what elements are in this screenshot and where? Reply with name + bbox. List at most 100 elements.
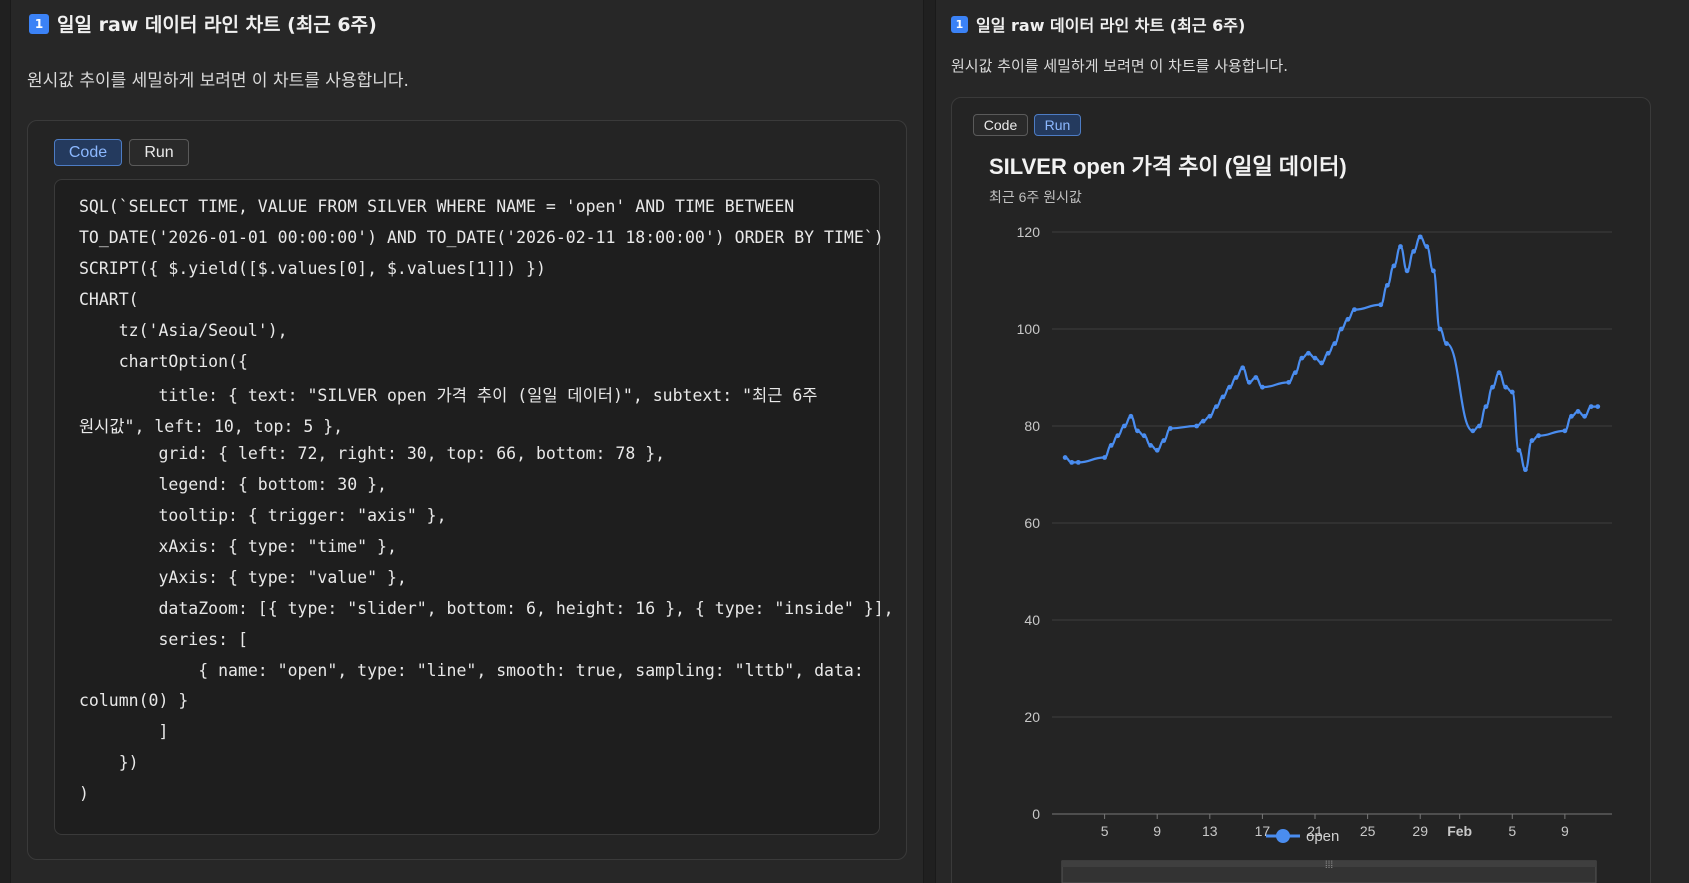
y-tick-label: 100 [1017,321,1041,337]
tab-run[interactable]: Run [129,139,189,166]
tab-code[interactable]: Code [54,139,122,166]
data-point[interactable] [1424,244,1430,249]
data-point[interactable] [1128,413,1134,419]
data-point[interactable] [1430,268,1436,274]
data-point[interactable] [1220,394,1226,400]
code-line: tz('Asia/Seoul'), [79,320,288,340]
data-point[interactable] [1378,302,1384,308]
data-point[interactable] [1135,428,1140,434]
chart-subtitle: 최근 6주 원시값 [989,189,1082,205]
chart-legend[interactable]: open [1266,828,1339,845]
data-point[interactable] [1509,389,1515,395]
code-line: }) [79,753,139,773]
data-point[interactable] [1569,413,1574,419]
data-point[interactable] [1404,268,1410,274]
x-tick-label: 5 [1101,823,1109,839]
x-tick-label: 13 [1202,823,1218,839]
code-line: { name: "open", type: "line", smooth: tr… [79,660,864,680]
data-point[interactable] [1490,384,1495,390]
data-point[interactable] [1437,326,1443,332]
data-point[interactable] [1483,404,1489,409]
line-chart[interactable]: SILVER open 가격 추이 (일일 데이터) 최근 6주 원시값 591… [936,0,1689,883]
data-point[interactable] [1240,365,1246,371]
data-point[interactable] [1260,384,1265,390]
data-point[interactable] [1496,370,1502,376]
data-point[interactable] [1194,423,1200,429]
data-point[interactable] [1417,234,1423,240]
data-point[interactable] [1292,370,1298,376]
data-point[interactable] [1529,438,1535,443]
data-point[interactable] [1200,418,1206,424]
code-line: xAxis: { type: "time" }, [79,536,397,556]
data-point[interactable] [1588,404,1594,409]
datazoom-slider[interactable]: ⁞⁞⁞ [1061,860,1597,883]
data-point[interactable] [1476,423,1482,429]
data-point[interactable] [1444,341,1449,346]
code-line: TO_DATE('2026-01-01 00:00:00') AND TO_DA… [79,227,884,247]
code-line: tooltip: { trigger: "axis" }, [79,506,447,525]
data-point[interactable] [1115,433,1121,439]
code-line: 원시값", left: 10, top: 5 }, [79,417,344,437]
data-point[interactable] [1069,459,1075,465]
code-line: title: { text: "SILVER open 가격 추이 (일일 데이… [79,386,818,406]
data-point[interactable] [1338,326,1344,332]
data-point[interactable] [1470,428,1476,434]
data-point[interactable] [1207,413,1213,419]
data-point[interactable] [1121,423,1127,429]
data-point[interactable] [1253,375,1259,380]
data-point[interactable] [1391,263,1397,269]
data-point[interactable] [1575,409,1581,414]
data-point[interactable] [1411,249,1417,254]
data-point[interactable] [1108,443,1114,448]
data-point[interactable] [1384,282,1390,288]
data-point[interactable] [1167,426,1173,431]
data-point[interactable] [1246,379,1252,385]
code-block[interactable]: SQL(`SELECT TIME, VALUE FROM SILVER WHER… [54,179,894,835]
code-line: series: [ [79,629,248,649]
y-tick-label: 0 [1032,806,1040,822]
data-point[interactable] [1299,355,1305,361]
data-point[interactable] [1582,413,1588,419]
data-point[interactable] [1345,316,1351,322]
code-line: legend: { bottom: 30 }, [79,475,387,495]
data-point[interactable] [1148,443,1154,448]
x-tick-label: 25 [1360,823,1376,839]
code-line: SQL(`SELECT TIME, VALUE FROM SILVER WHER… [79,197,795,216]
data-point[interactable] [1319,360,1324,366]
data-point[interactable] [1075,459,1081,465]
data-point[interactable] [1286,379,1292,385]
code-line: CHART( [79,289,139,309]
data-point[interactable] [1233,375,1239,380]
data-point[interactable] [1503,384,1509,390]
datazoom-grip-icon[interactable]: ⁞⁞⁞ [1325,860,1333,871]
data-point[interactable] [1562,428,1568,434]
data-point[interactable] [1325,350,1331,356]
data-point[interactable] [1306,350,1311,356]
data-point[interactable] [1154,447,1160,453]
data-point[interactable] [1102,455,1108,460]
x-tick-label: 9 [1153,823,1161,839]
y-tick-label: 20 [1024,709,1040,725]
data-point[interactable] [1141,433,1147,439]
data-point[interactable] [1352,307,1357,312]
data-point[interactable] [1161,438,1167,443]
data-point[interactable] [1398,244,1403,249]
data-point[interactable] [1312,355,1318,361]
data-point[interactable] [1062,455,1068,460]
data-point[interactable] [1595,404,1601,409]
code-line: ) [79,784,89,804]
data-point[interactable] [1213,404,1219,409]
data-point[interactable] [1516,447,1522,453]
code-line: grid: { left: 72, right: 30, top: 66, bo… [79,444,666,464]
data-point[interactable] [1227,384,1232,390]
data-point[interactable] [1536,433,1541,439]
section-title: 일일 raw 데이터 라인 차트 (최근 6주) [57,14,377,36]
data-point[interactable] [1332,341,1338,346]
code-line: column(0) } [79,691,189,711]
code-pane: 1 일일 raw 데이터 라인 차트 (최근 6주) 원시값 추이를 세밀하게 … [10,0,924,883]
section-description: 원시값 추이를 세밀하게 보려면 이 차트를 사용합니다. [27,71,409,91]
code-card: Code Run SQL(`SELECT TIME, VALUE FROM SI… [27,120,907,860]
y-tick-label: 60 [1024,515,1040,531]
code-line: chartOption({ [79,351,248,371]
data-point[interactable] [1523,467,1528,473]
